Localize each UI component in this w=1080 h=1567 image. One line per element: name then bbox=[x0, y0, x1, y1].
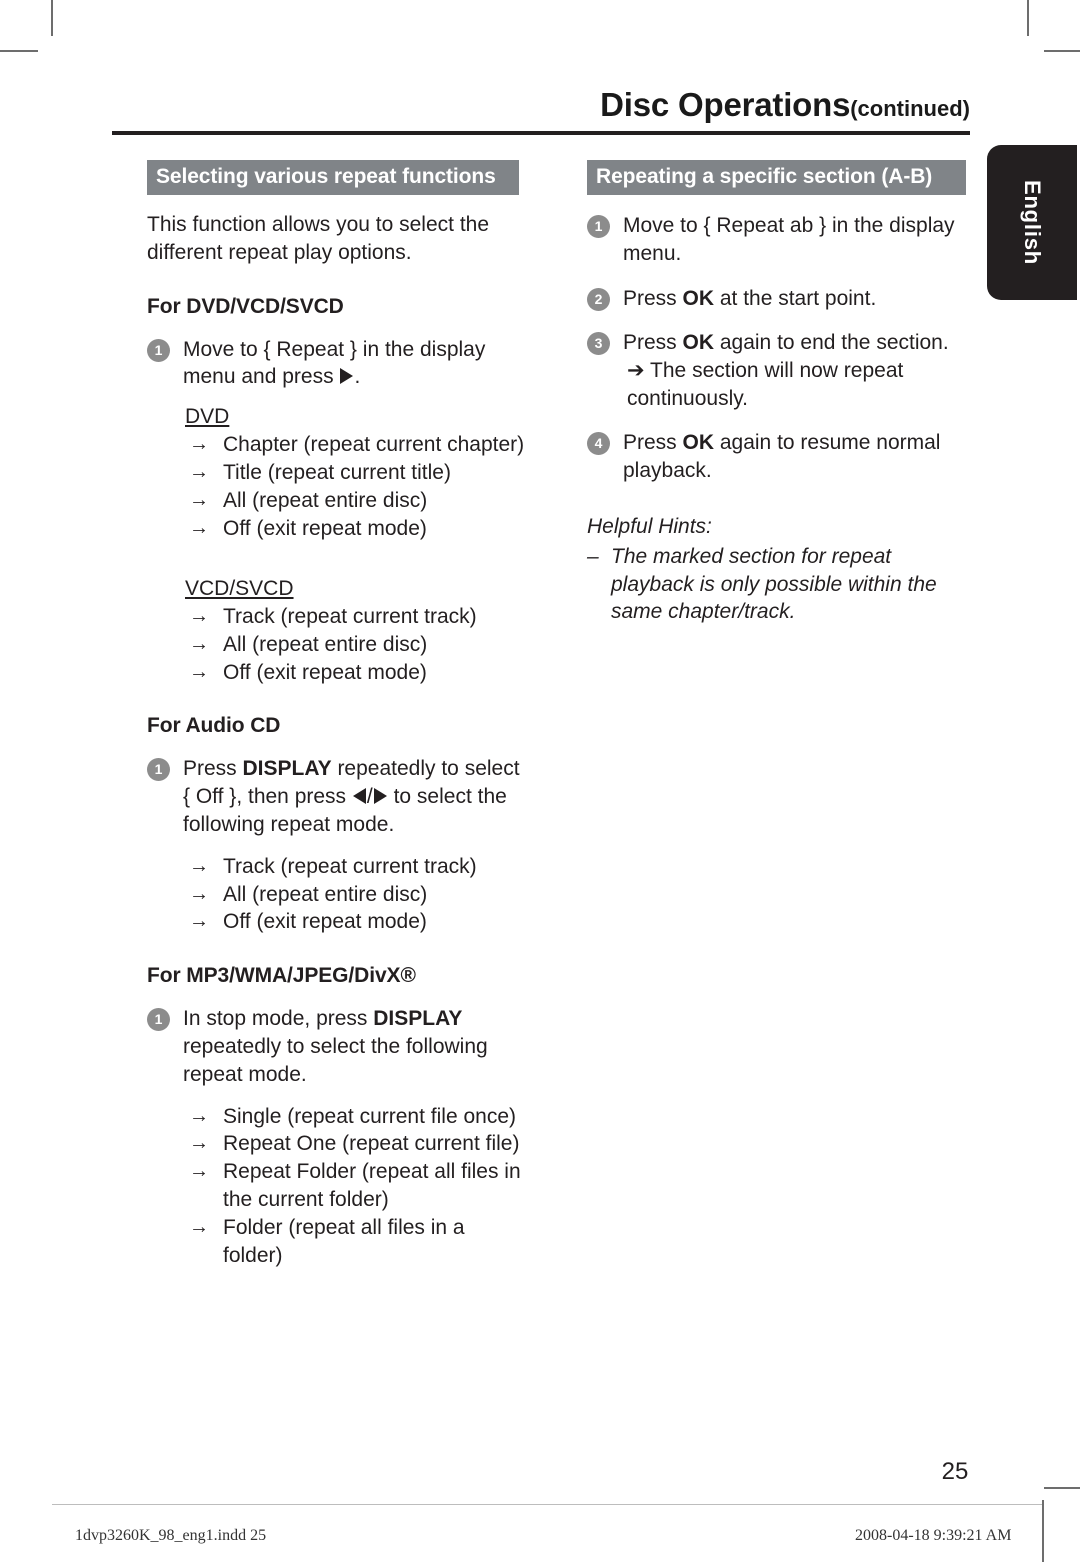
step-audio-cd-1: 1 Press DISPLAY repeatedly to select { Of… bbox=[147, 755, 527, 838]
footer-file-name: 1dvp3260K_98_eng1.indd 25 bbox=[75, 1527, 267, 1544]
list-item: Off (exit repeat mode) bbox=[185, 908, 527, 936]
step-ab-4: 4 Press OK again to resume normal playbac… bbox=[587, 429, 967, 484]
dvd-options-list: Chapter (repeat current chapter) Title (… bbox=[147, 431, 527, 543]
helpful-hint-item: The marked section for repeat playback i… bbox=[587, 543, 967, 626]
audio-cd-options-list: Track (repeat current track) All (repeat… bbox=[147, 853, 527, 937]
step-text-part1: Press bbox=[183, 757, 243, 781]
crop-mark-top-left-horizontal bbox=[0, 50, 38, 52]
disc-label-dvd-wrap: DVD bbox=[147, 391, 527, 429]
step-number-badge: 4 bbox=[587, 432, 610, 456]
key-display-label: DISPLAY bbox=[242, 757, 332, 781]
list-item: Track (repeat current track) bbox=[185, 603, 527, 631]
step-dvd-1: 1 Move to { Repeat } in the display menu … bbox=[147, 336, 527, 391]
page-title-continued: (continued) bbox=[850, 96, 970, 121]
footer-divider bbox=[52, 1504, 1042, 1505]
play-left-arrow-icon bbox=[352, 788, 366, 805]
mp3-options-list: Single (repeat current file once) Repeat… bbox=[147, 1103, 527, 1271]
page-title-main: Disc Operations bbox=[600, 86, 851, 123]
list-item: Off (exit repeat mode) bbox=[185, 659, 527, 687]
step-text: Move to { Repeat ab } in the display men… bbox=[623, 214, 955, 265]
step-number-badge: 3 bbox=[587, 332, 610, 356]
key-ok-label: OK bbox=[682, 331, 715, 355]
subheading-for-mp3-wma-jpeg-divx: For MP3/WMA/JPEG/DivX® bbox=[147, 964, 416, 988]
disc-label-dvd: DVD bbox=[185, 404, 230, 428]
step-text-part1: Press bbox=[623, 286, 683, 310]
step-text-suffix: . bbox=[354, 365, 361, 389]
key-display-label: DISPLAY bbox=[373, 1007, 463, 1031]
title-divider-rule bbox=[112, 131, 970, 135]
step-number-badge: 1 bbox=[147, 758, 170, 782]
list-item: Folder (repeat all files in a folder) bbox=[185, 1214, 527, 1270]
step-text-part2: again to end the section. bbox=[714, 331, 949, 355]
language-tab: English bbox=[987, 145, 1077, 300]
play-right-arrow-icon bbox=[340, 368, 354, 385]
language-tab-label: English bbox=[1020, 179, 1045, 266]
step-text-part1: Press bbox=[623, 431, 683, 455]
list-item: Track (repeat current track) bbox=[185, 853, 527, 881]
step-number-badge: 1 bbox=[147, 1008, 170, 1032]
document-page: Disc Operations(continued) English Selec… bbox=[0, 0, 1080, 1567]
list-item: Title (repeat current title) bbox=[185, 459, 527, 487]
step-ab-1: 1 Move to { Repeat ab } in the display me… bbox=[587, 212, 967, 267]
step-number-badge: 1 bbox=[587, 215, 610, 239]
step-text-part1: In stop mode, press bbox=[183, 1007, 374, 1031]
subheading-for-dvd-vcd-svcd: For DVD/VCD/SVCD bbox=[147, 294, 344, 318]
key-ok-label: OK bbox=[682, 431, 715, 455]
list-item: Repeat One (repeat current file) bbox=[185, 1130, 527, 1158]
helpful-hints-title: Helpful Hints: bbox=[587, 514, 712, 538]
left-column: Selecting various repeat functions This … bbox=[147, 160, 527, 1270]
step-text-part2: at the start point. bbox=[714, 286, 877, 310]
play-right-arrow-icon bbox=[373, 788, 387, 805]
page-title: Disc Operations(continued) bbox=[112, 86, 970, 124]
step-mp3-1: 1 In stop mode, press DISPLAY repeatedly … bbox=[147, 1005, 527, 1088]
intro-paragraph: This function allows you to select the d… bbox=[147, 213, 490, 264]
list-item: Single (repeat current file once) bbox=[185, 1103, 527, 1131]
list-item: Repeat Folder (repeat all files in the c… bbox=[185, 1158, 527, 1214]
section-heading-repeat-functions: Selecting various repeat functions bbox=[147, 160, 519, 196]
list-item: Chapter (repeat current chapter) bbox=[185, 431, 527, 459]
right-column: Repeating a specific section (A-B) 1 Move… bbox=[587, 160, 967, 626]
step-text-part2: repeatedly to select the following repea… bbox=[183, 1035, 488, 1086]
step-number-badge: 2 bbox=[587, 287, 610, 311]
list-item: Off (exit repeat mode) bbox=[185, 515, 527, 543]
disc-label-vcd-svcd: VCD/SVCD bbox=[185, 576, 294, 600]
step-ab-2: 2 Press OK at the start point. bbox=[587, 285, 967, 313]
vcd-options-list: Track (repeat current track) All (repeat… bbox=[147, 603, 527, 687]
step-sub-result: ➔ The section will now repeat continuous… bbox=[627, 358, 904, 410]
subheading-for-audio-cd: For Audio CD bbox=[147, 714, 281, 738]
list-item: All (repeat entire disc) bbox=[185, 631, 527, 659]
crop-mark-top-right-vertical bbox=[1027, 0, 1029, 36]
crop-mark-bottom-right-vertical bbox=[1042, 1500, 1044, 1562]
list-item: All (repeat entire disc) bbox=[185, 487, 527, 515]
step-text-prefix: Move to { Repeat } in the display menu a… bbox=[183, 337, 486, 389]
step-text-part1: Press bbox=[623, 331, 683, 355]
section-heading-repeat-ab: Repeating a specific section (A-B) bbox=[587, 160, 966, 196]
footer-timestamp: 2008-04-18 9:39:21 AM bbox=[855, 1527, 1012, 1544]
crop-mark-top-left-vertical bbox=[51, 0, 53, 36]
key-ok-label: OK bbox=[682, 286, 715, 310]
crop-mark-top-right-horizontal bbox=[1044, 50, 1080, 52]
page-number: 25 bbox=[941, 1458, 969, 1485]
list-item: All (repeat entire disc) bbox=[185, 881, 527, 909]
crop-mark-bottom-right-horizontal bbox=[1044, 1487, 1080, 1489]
disc-label-vcd-wrap: VCD/SVCD bbox=[147, 563, 527, 601]
step-ab-3: 3 Press OK again to end the section. ➔ The… bbox=[587, 329, 967, 412]
step-number-badge: 1 bbox=[147, 338, 170, 362]
